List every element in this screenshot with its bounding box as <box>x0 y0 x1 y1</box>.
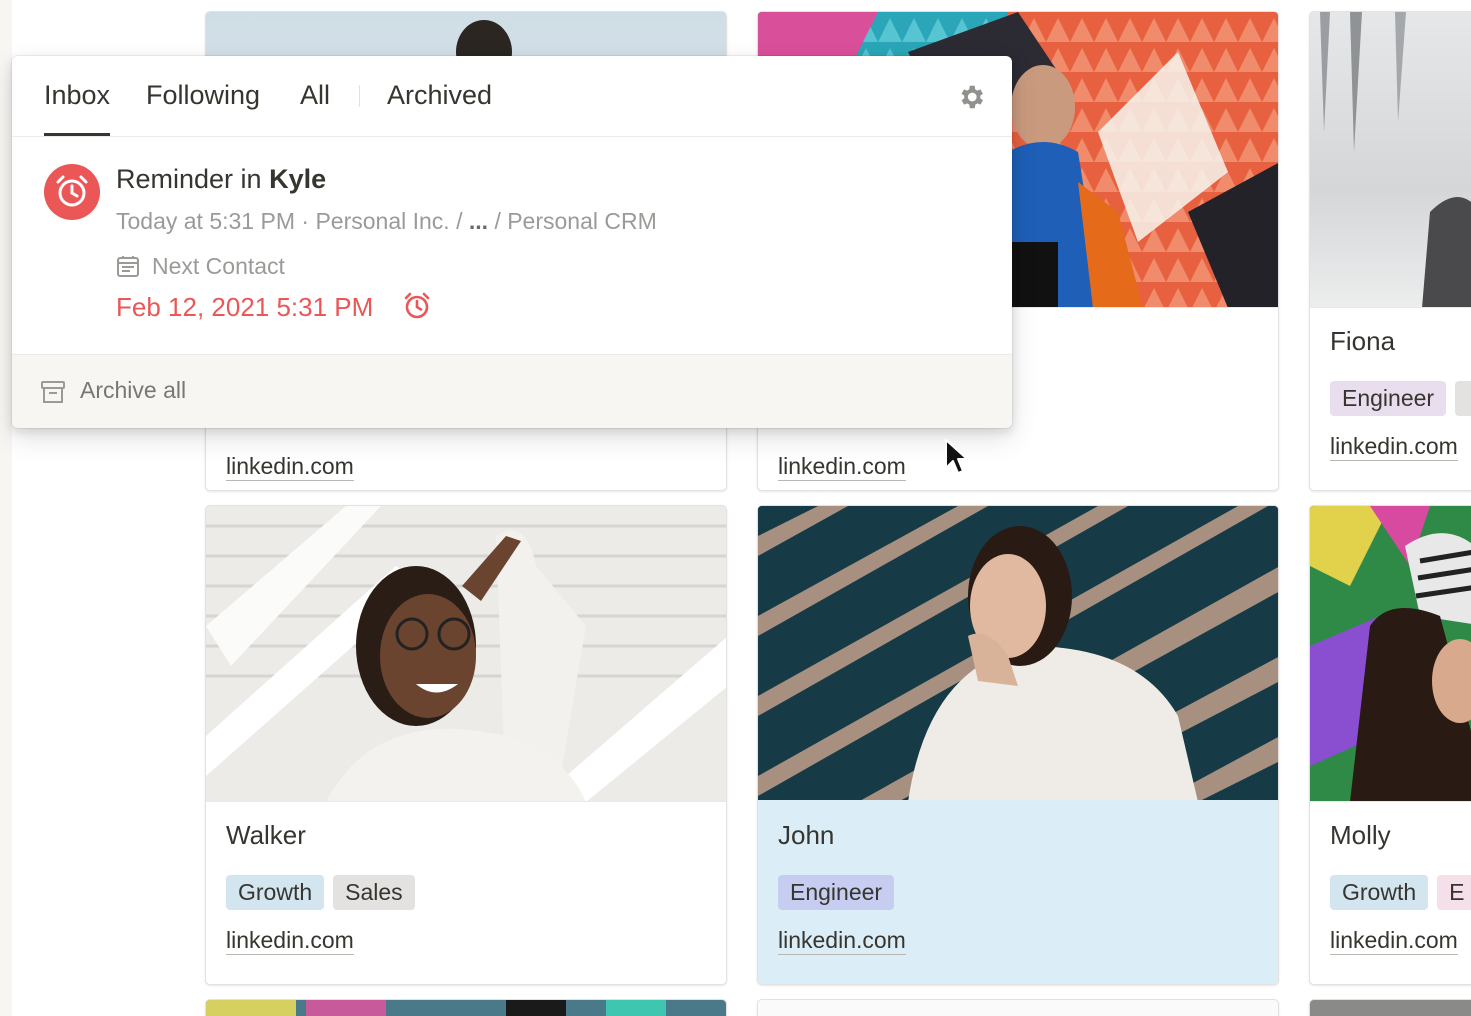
property-label: Next Contact <box>152 253 285 279</box>
card-name: John <box>778 820 835 850</box>
alarm-clock-icon <box>402 291 432 321</box>
notifications-popup: Inbox Following All Archived Reminder in… <box>12 56 1012 428</box>
card-name: Walker <box>226 820 306 850</box>
calendar-icon <box>116 254 140 278</box>
meta-separator: · <box>301 208 310 234</box>
archive-all-button[interactable]: Archive all <box>80 377 186 404</box>
notification-tabs: Inbox Following All Archived <box>12 56 1012 137</box>
breadcrumb-ellipsis[interactable]: ... <box>469 208 488 234</box>
tab-inbox[interactable]: Inbox <box>44 80 111 136</box>
sidebar-edge <box>0 0 12 1016</box>
card-name: Molly <box>1330 820 1391 850</box>
tab-all[interactable]: All <box>300 80 330 111</box>
gallery-card-molly[interactable]: Molly Growth E linkedin.com <box>1309 505 1471 985</box>
tab-archived[interactable]: Archived <box>387 80 492 111</box>
card-cover-image <box>1310 506 1471 802</box>
card-link[interactable]: linkedin.com <box>778 452 906 481</box>
notification-meta: Today at 5:31 PM · Personal Inc. / ... /… <box>116 208 657 235</box>
gallery-card-row3-2[interactable] <box>757 999 1279 1016</box>
card-name: Fiona <box>1330 326 1396 356</box>
tag-engineer: Engineer <box>778 875 895 910</box>
card-cover-image <box>1310 12 1471 308</box>
notification-time: Today at 5:31 PM <box>116 208 295 234</box>
gear-icon[interactable] <box>956 82 986 112</box>
tag-partial <box>1455 381 1471 416</box>
card-link[interactable]: linkedin.com <box>226 452 354 481</box>
popup-footer: Archive all <box>12 354 1012 428</box>
card-tags: Engineer <box>778 875 895 910</box>
card-tags: Engineer <box>1330 381 1471 416</box>
breadcrumb-end[interactable]: / Personal CRM <box>494 208 656 234</box>
tag-growth: Growth <box>226 875 325 910</box>
card-cover-image <box>758 506 1278 802</box>
card-link[interactable]: linkedin.com <box>226 926 354 955</box>
tab-following[interactable]: Following <box>146 80 260 111</box>
tag-sales: Sales <box>333 875 415 910</box>
card-cover-image <box>206 506 726 802</box>
card-tags: Growth E <box>1330 875 1471 910</box>
card-link[interactable]: linkedin.com <box>778 926 906 955</box>
breadcrumb-start[interactable]: Personal Inc. / <box>315 208 462 234</box>
tab-divider <box>359 85 360 107</box>
reminder-date[interactable]: Feb 12, 2021 5:31 PM <box>116 292 373 323</box>
notification-page-name[interactable]: Kyle <box>269 164 326 194</box>
card-link[interactable]: linkedin.com <box>1330 926 1458 955</box>
mouse-cursor-icon <box>945 439 968 474</box>
tag-growth: Growth <box>1330 875 1429 910</box>
card-tags: Growth Sales <box>226 875 415 910</box>
tag-partial: E <box>1437 875 1471 910</box>
gallery-card-john[interactable]: John Engineer linkedin.com <box>757 505 1279 985</box>
archive-box-icon <box>40 379 66 405</box>
gallery-card-walker[interactable]: Walker Growth Sales linkedin.com <box>205 505 727 985</box>
card-link[interactable]: linkedin.com <box>1330 432 1458 461</box>
alarm-clock-icon <box>44 164 100 220</box>
notification-title[interactable]: Reminder in Kyle <box>116 164 326 195</box>
gallery-card-row3-1[interactable] <box>205 999 727 1016</box>
gallery-card-3[interactable]: Fiona Engineer linkedin.com <box>1309 11 1471 491</box>
gallery-card-row3-3[interactable] <box>1309 999 1471 1016</box>
notification-title-prefix: Reminder in <box>116 164 262 194</box>
tag-engineer: Engineer <box>1330 381 1447 416</box>
